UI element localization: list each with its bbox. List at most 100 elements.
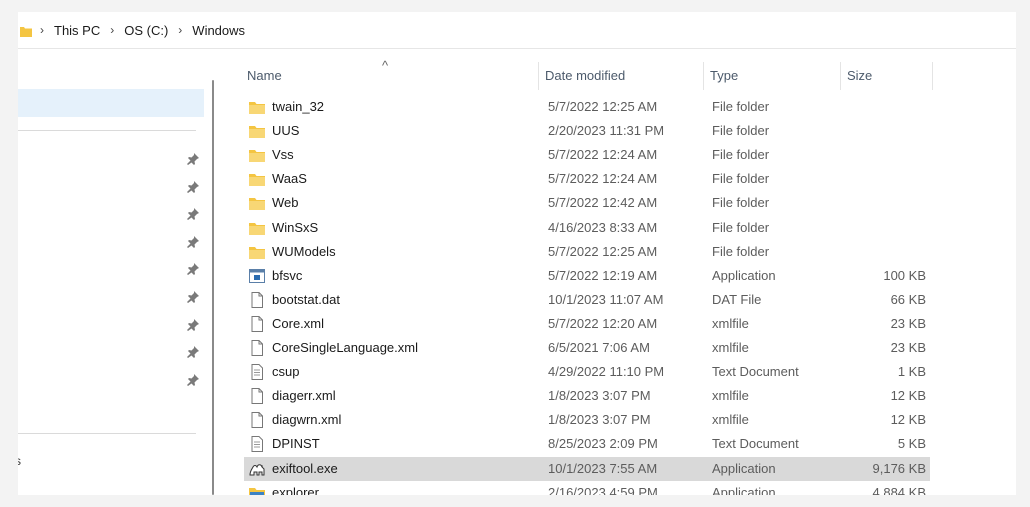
file-name-cell[interactable]: CoreSingleLanguage.xml bbox=[244, 336, 524, 360]
file-date-modified: 5/7/2022 12:42 AM bbox=[548, 195, 658, 211]
file-type: xmlfile bbox=[712, 412, 749, 428]
chevron-right-icon[interactable]: › bbox=[102, 23, 122, 37]
file-name: DPINST bbox=[272, 436, 320, 452]
file-row[interactable]: DPINST 8/25/2023 2:09 PM Text Document 5 KB bbox=[244, 432, 930, 456]
file-row[interactable]: csup 4/29/2022 11:10 PM Text Document 1 KB bbox=[244, 360, 930, 384]
file-name-cell[interactable]: Vss bbox=[244, 143, 524, 167]
file-date-modified: 5/7/2022 12:25 AM bbox=[548, 243, 658, 259]
breadcrumb-windows[interactable]: Windows bbox=[190, 23, 247, 38]
file-row[interactable]: CoreSingleLanguage.xml 6/5/2021 7:06 AM xm… bbox=[244, 336, 930, 360]
nav-scrollbar[interactable] bbox=[207, 62, 219, 495]
file-type: File folder bbox=[712, 123, 770, 139]
file-type: File folder bbox=[712, 147, 770, 163]
file-name: UUS bbox=[272, 123, 300, 139]
nav-divider bbox=[18, 433, 196, 434]
file-type: File folder bbox=[712, 195, 770, 211]
file-icon bbox=[248, 388, 266, 405]
file-icon bbox=[248, 315, 266, 332]
pin-icon[interactable] bbox=[186, 262, 200, 276]
chevron-right-icon[interactable]: › bbox=[170, 23, 190, 37]
breadcrumb-this-pc[interactable]: This PC bbox=[52, 23, 102, 38]
chevron-right-icon: › bbox=[40, 23, 44, 37]
file-date-modified: 10/1/2023 11:07 AM bbox=[548, 291, 664, 307]
file-row[interactable]: WinSxS 4/16/2023 8:33 AM File folder bbox=[244, 216, 930, 240]
file-size: 9,176 KB bbox=[872, 460, 927, 476]
column-divider[interactable] bbox=[538, 62, 539, 90]
file-row[interactable]: diagerr.xml 1/8/2023 3:07 PM xmlfile 12 KB bbox=[244, 384, 930, 408]
file-row[interactable]: Core.xml 5/7/2022 12:20 AM xmlfile 23 KB bbox=[244, 312, 930, 336]
text-document-icon bbox=[248, 436, 266, 453]
file-size: 4,884 KB bbox=[872, 484, 927, 495]
file-name: diagwrn.xml bbox=[272, 412, 342, 428]
file-date-modified: 5/7/2022 12:19 AM bbox=[548, 267, 658, 283]
file-row[interactable]: bootstat.dat 10/1/2023 11:07 AM DAT File 66… bbox=[244, 288, 930, 312]
file-name-cell[interactable]: diagwrn.xml bbox=[244, 408, 524, 432]
file-row[interactable]: Vss 5/7/2022 12:24 AM File folder bbox=[244, 143, 930, 167]
file-name-cell[interactable]: bootstat.dat bbox=[244, 288, 524, 312]
file-name-cell[interactable]: Web bbox=[244, 191, 524, 215]
pin-icon[interactable] bbox=[186, 345, 200, 359]
breadcrumb: › This PC › OS (C:) › Windows bbox=[18, 12, 1016, 49]
column-divider[interactable] bbox=[932, 62, 933, 90]
file-type: xmlfile bbox=[712, 340, 749, 355]
file-icon bbox=[248, 412, 266, 429]
file-name-cell[interactable]: csup bbox=[244, 360, 524, 384]
column-size[interactable]: Size bbox=[842, 62, 932, 90]
column-divider[interactable] bbox=[703, 62, 704, 90]
file-name: Core.xml bbox=[272, 315, 325, 331]
file-type: xmlfile bbox=[712, 315, 749, 331]
folder-icon bbox=[248, 171, 266, 187]
file-row[interactable]: WaaS 5/7/2022 12:24 AM File folder bbox=[244, 167, 930, 191]
file-size: 100 KB bbox=[883, 267, 926, 283]
file-name-cell[interactable]: Core.xml bbox=[244, 312, 524, 336]
file-row[interactable]: bfsvc 5/7/2022 12:19 AM Application 100 KB bbox=[244, 264, 930, 288]
explorer-icon bbox=[248, 485, 266, 495]
file-name-cell[interactable]: twain_32 bbox=[244, 95, 524, 119]
pin-icon[interactable] bbox=[186, 207, 200, 221]
scrollbar-thumb[interactable] bbox=[212, 80, 214, 495]
file-name-cell[interactable]: DPINST bbox=[244, 432, 524, 456]
file-name-cell[interactable]: WaaS bbox=[244, 167, 524, 191]
pin-icon[interactable] bbox=[186, 318, 200, 332]
pin-icon[interactable] bbox=[186, 180, 200, 194]
column-type[interactable]: Type bbox=[705, 62, 835, 90]
pin-icon[interactable] bbox=[186, 290, 200, 304]
folder-icon bbox=[248, 147, 266, 163]
file-name-cell[interactable]: UUS bbox=[244, 119, 524, 143]
exiftool-camel-icon bbox=[248, 461, 266, 477]
pin-icon[interactable] bbox=[186, 152, 200, 166]
file-row[interactable]: exiftool.exe 10/1/2023 7:55 AM Application… bbox=[244, 456, 930, 481]
file-row[interactable]: UUS 2/20/2023 11:31 PM File folder bbox=[244, 119, 930, 143]
file-name-cell[interactable]: WUModels bbox=[244, 240, 524, 264]
file-name-cell[interactable]: WinSxS bbox=[244, 216, 524, 240]
column-divider[interactable] bbox=[840, 62, 841, 90]
file-date-modified: 6/5/2021 7:06 AM bbox=[548, 340, 650, 355]
file-type: xmlfile bbox=[712, 388, 749, 404]
file-row[interactable]: Web 5/7/2022 12:42 AM File folder bbox=[244, 191, 930, 215]
pin-icon[interactable] bbox=[186, 373, 200, 387]
file-size bbox=[844, 240, 926, 264]
file-name: exiftool.exe bbox=[272, 460, 338, 476]
file-type: Application bbox=[712, 267, 776, 283]
file-name-cell[interactable]: diagerr.xml bbox=[244, 384, 524, 408]
column-date-modified[interactable]: Date modified bbox=[540, 62, 700, 90]
file-date-modified: 5/7/2022 12:25 AM bbox=[548, 99, 658, 114]
file-type: DAT File bbox=[712, 291, 762, 307]
file-name-cell[interactable]: bfsvc bbox=[244, 264, 524, 288]
file-row[interactable]: twain_32 5/7/2022 12:25 AM File folder bbox=[244, 95, 930, 119]
pin-icon[interactable] bbox=[186, 235, 200, 249]
file-date-modified: 4/16/2023 8:33 AM bbox=[548, 219, 658, 235]
folder-icon bbox=[20, 25, 32, 37]
file-name-cell[interactable]: exiftool.exe bbox=[244, 457, 524, 481]
file-icon bbox=[248, 340, 266, 356]
file-row[interactable]: explorer 2/16/2023 4:59 PM Application 4,88… bbox=[244, 481, 930, 495]
file-type: File folder bbox=[712, 99, 770, 114]
file-name: bootstat.dat bbox=[272, 291, 340, 307]
file-row[interactable]: WUModels 5/7/2022 12:25 AM File folder bbox=[244, 240, 930, 264]
file-name: Web bbox=[272, 195, 299, 211]
file-name: csup bbox=[272, 364, 300, 380]
file-row[interactable]: diagwrn.xml 1/8/2023 3:07 PM xmlfile 12 KB bbox=[244, 408, 930, 432]
breadcrumb-os-c[interactable]: OS (C:) bbox=[122, 23, 170, 38]
file-name-cell[interactable]: explorer bbox=[244, 481, 524, 495]
nav-selected-item[interactable] bbox=[18, 89, 204, 117]
